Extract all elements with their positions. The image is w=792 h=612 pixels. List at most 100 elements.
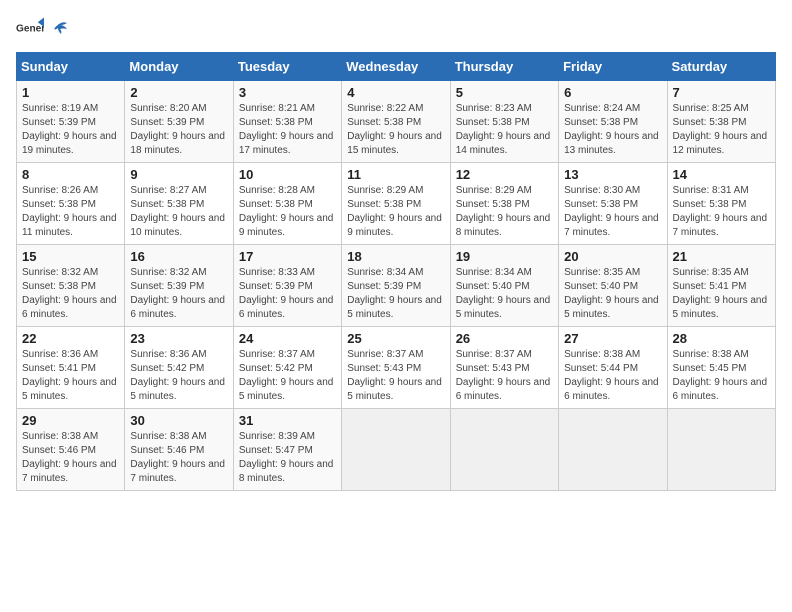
day-info: Sunrise: 8:37 AMSunset: 5:43 PMDaylight:…: [456, 348, 553, 404]
day-info: Sunrise: 8:33 AMSunset: 5:39 PMDaylight:…: [239, 266, 336, 322]
day-number: 4: [347, 85, 444, 100]
logo-bird-icon: [49, 20, 69, 40]
day-number: 6: [564, 85, 661, 100]
calendar-cell: 5 Sunrise: 8:23 AMSunset: 5:38 PMDaylight…: [450, 81, 558, 163]
column-header-saturday: Saturday: [667, 53, 775, 81]
logo-icon: General: [16, 16, 44, 44]
calendar-cell: 25 Sunrise: 8:37 AMSunset: 5:43 PMDayligh…: [342, 327, 450, 409]
calendar-cell: 8 Sunrise: 8:26 AMSunset: 5:38 PMDaylight…: [17, 163, 125, 245]
calendar-cell: 20 Sunrise: 8:35 AMSunset: 5:40 PMDayligh…: [559, 245, 667, 327]
day-number: 28: [673, 331, 770, 346]
calendar-cell: 18 Sunrise: 8:34 AMSunset: 5:39 PMDayligh…: [342, 245, 450, 327]
day-info: Sunrise: 8:34 AMSunset: 5:39 PMDaylight:…: [347, 266, 444, 322]
day-info: Sunrise: 8:35 AMSunset: 5:40 PMDaylight:…: [564, 266, 661, 322]
day-number: 30: [130, 413, 227, 428]
day-number: 27: [564, 331, 661, 346]
calendar-week-row: 15 Sunrise: 8:32 AMSunset: 5:38 PMDayligh…: [17, 245, 776, 327]
day-number: 26: [456, 331, 553, 346]
day-info: Sunrise: 8:34 AMSunset: 5:40 PMDaylight:…: [456, 266, 553, 322]
day-info: Sunrise: 8:25 AMSunset: 5:38 PMDaylight:…: [673, 102, 770, 158]
day-info: Sunrise: 8:38 AMSunset: 5:45 PMDaylight:…: [673, 348, 770, 404]
day-number: 25: [347, 331, 444, 346]
day-number: 14: [673, 167, 770, 182]
calendar-cell: 26 Sunrise: 8:37 AMSunset: 5:43 PMDayligh…: [450, 327, 558, 409]
calendar-cell: 21 Sunrise: 8:35 AMSunset: 5:41 PMDayligh…: [667, 245, 775, 327]
calendar-week-row: 29 Sunrise: 8:38 AMSunset: 5:46 PMDayligh…: [17, 409, 776, 491]
day-number: 29: [22, 413, 119, 428]
day-number: 3: [239, 85, 336, 100]
day-number: 18: [347, 249, 444, 264]
calendar-cell: [342, 409, 450, 491]
calendar-cell: 4 Sunrise: 8:22 AMSunset: 5:38 PMDaylight…: [342, 81, 450, 163]
day-number: 19: [456, 249, 553, 264]
calendar-cell: 19 Sunrise: 8:34 AMSunset: 5:40 PMDayligh…: [450, 245, 558, 327]
calendar-cell: 17 Sunrise: 8:33 AMSunset: 5:39 PMDayligh…: [233, 245, 341, 327]
calendar-cell: 30 Sunrise: 8:38 AMSunset: 5:46 PMDayligh…: [125, 409, 233, 491]
day-info: Sunrise: 8:28 AMSunset: 5:38 PMDaylight:…: [239, 184, 336, 240]
calendar-cell: 16 Sunrise: 8:32 AMSunset: 5:39 PMDayligh…: [125, 245, 233, 327]
calendar-cell: 24 Sunrise: 8:37 AMSunset: 5:42 PMDayligh…: [233, 327, 341, 409]
calendar-cell: 1 Sunrise: 8:19 AMSunset: 5:39 PMDaylight…: [17, 81, 125, 163]
column-header-friday: Friday: [559, 53, 667, 81]
day-number: 16: [130, 249, 227, 264]
calendar-cell: 7 Sunrise: 8:25 AMSunset: 5:38 PMDaylight…: [667, 81, 775, 163]
calendar-cell: 28 Sunrise: 8:38 AMSunset: 5:45 PMDayligh…: [667, 327, 775, 409]
calendar-cell: 9Sunrise: 8:27 AMSunset: 5:38 PMDaylight…: [125, 163, 233, 245]
day-number: 8: [22, 167, 119, 182]
column-header-tuesday: Tuesday: [233, 53, 341, 81]
calendar-cell: 12 Sunrise: 8:29 AMSunset: 5:38 PMDayligh…: [450, 163, 558, 245]
day-info: Sunrise: 8:19 AMSunset: 5:39 PMDaylight:…: [22, 102, 119, 158]
calendar-cell: 6Sunrise: 8:24 AMSunset: 5:38 PMDaylight…: [559, 81, 667, 163]
day-number: 20: [564, 249, 661, 264]
day-info: Sunrise: 8:37 AMSunset: 5:43 PMDaylight:…: [347, 348, 444, 404]
day-info: Sunrise: 8:31 AMSunset: 5:38 PMDaylight:…: [673, 184, 770, 240]
day-number: 10: [239, 167, 336, 182]
day-info: Sunrise: 8:37 AMSunset: 5:42 PMDaylight:…: [239, 348, 336, 404]
day-number: 12: [456, 167, 553, 182]
day-number: 5: [456, 85, 553, 100]
day-info: Sunrise: 8:20 AMSunset: 5:39 PMDaylight:…: [130, 102, 227, 158]
calendar-cell: [559, 409, 667, 491]
day-number: 17: [239, 249, 336, 264]
day-number: 24: [239, 331, 336, 346]
day-number: 23: [130, 331, 227, 346]
day-info: Sunrise: 8:30 AMSunset: 5:38 PMDaylight:…: [564, 184, 661, 240]
calendar-cell: 22 Sunrise: 8:36 AMSunset: 5:41 PMDayligh…: [17, 327, 125, 409]
day-info: Sunrise: 8:39 AMSunset: 5:47 PMDaylight:…: [239, 430, 336, 486]
calendar-week-row: 8 Sunrise: 8:26 AMSunset: 5:38 PMDaylight…: [17, 163, 776, 245]
calendar-week-row: 22 Sunrise: 8:36 AMSunset: 5:41 PMDayligh…: [17, 327, 776, 409]
day-info: Sunrise: 8:29 AMSunset: 5:38 PMDaylight:…: [347, 184, 444, 240]
day-number: 1: [22, 85, 119, 100]
day-number: 31: [239, 413, 336, 428]
day-info: Sunrise: 8:26 AMSunset: 5:38 PMDaylight:…: [22, 184, 119, 240]
day-info: Sunrise: 8:22 AMSunset: 5:38 PMDaylight:…: [347, 102, 444, 158]
day-number: 11: [347, 167, 444, 182]
day-info: Sunrise: 8:32 AMSunset: 5:38 PMDaylight:…: [22, 266, 119, 322]
column-header-monday: Monday: [125, 53, 233, 81]
day-info: Sunrise: 8:36 AMSunset: 5:41 PMDaylight:…: [22, 348, 119, 404]
svg-text:General: General: [16, 24, 44, 35]
calendar-cell: 3 Sunrise: 8:21 AMSunset: 5:38 PMDaylight…: [233, 81, 341, 163]
day-number: 9: [130, 167, 227, 182]
calendar-cell: [667, 409, 775, 491]
day-info: Sunrise: 8:32 AMSunset: 5:39 PMDaylight:…: [130, 266, 227, 322]
day-number: 15: [22, 249, 119, 264]
day-number: 13: [564, 167, 661, 182]
day-info: Sunrise: 8:38 AMSunset: 5:46 PMDaylight:…: [130, 430, 227, 486]
day-info: Sunrise: 8:38 AMSunset: 5:44 PMDaylight:…: [564, 348, 661, 404]
day-info: Sunrise: 8:23 AMSunset: 5:38 PMDaylight:…: [456, 102, 553, 158]
day-number: 21: [673, 249, 770, 264]
calendar-table: SundayMondayTuesdayWednesdayThursdayFrid…: [16, 52, 776, 491]
day-info: Sunrise: 8:21 AMSunset: 5:38 PMDaylight:…: [239, 102, 336, 158]
calendar-cell: 13 Sunrise: 8:30 AMSunset: 5:38 PMDayligh…: [559, 163, 667, 245]
calendar-cell: 27 Sunrise: 8:38 AMSunset: 5:44 PMDayligh…: [559, 327, 667, 409]
calendar-cell: 15 Sunrise: 8:32 AMSunset: 5:38 PMDayligh…: [17, 245, 125, 327]
calendar-header-row: SundayMondayTuesdayWednesdayThursdayFrid…: [17, 53, 776, 81]
day-info: Sunrise: 8:29 AMSunset: 5:38 PMDaylight:…: [456, 184, 553, 240]
day-number: 22: [22, 331, 119, 346]
page-header: General: [16, 16, 776, 44]
day-number: 7: [673, 85, 770, 100]
calendar-cell: 29Sunrise: 8:38 AMSunset: 5:46 PMDayligh…: [17, 409, 125, 491]
calendar-cell: [450, 409, 558, 491]
day-info: Sunrise: 8:35 AMSunset: 5:41 PMDaylight:…: [673, 266, 770, 322]
